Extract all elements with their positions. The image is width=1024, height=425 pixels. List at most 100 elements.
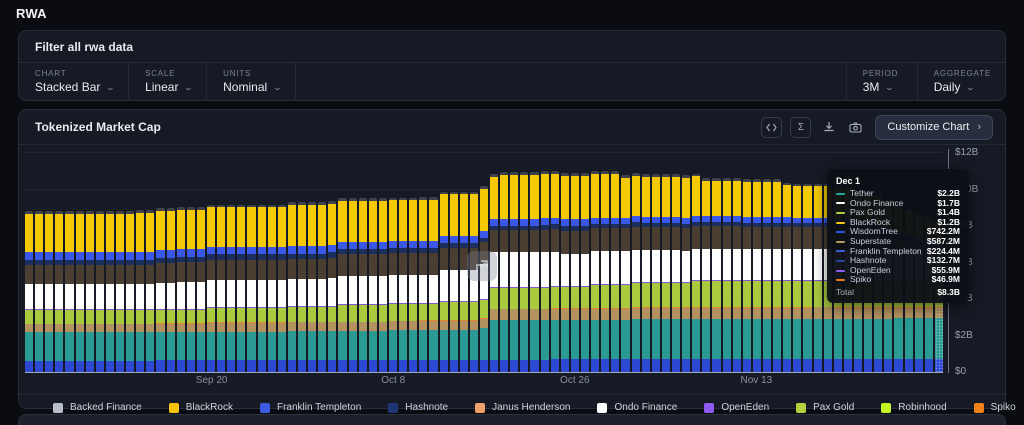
bar[interactable] [803,184,811,372]
bar[interactable] [621,175,629,372]
bar[interactable] [328,201,336,372]
bar[interactable] [753,179,761,372]
bar[interactable] [773,179,781,372]
bar[interactable] [389,198,397,372]
bar[interactable] [288,202,296,372]
bar[interactable] [379,198,387,372]
download-icon[interactable] [819,118,838,137]
bar[interactable] [702,178,710,372]
bar[interactable] [510,172,518,372]
bar[interactable] [429,197,437,372]
bar[interactable] [399,198,407,372]
bar[interactable] [308,202,316,372]
bar[interactable] [652,174,660,372]
legend-item[interactable]: Robinhood [881,402,946,413]
bar[interactable] [318,202,326,372]
bar[interactable] [207,205,215,372]
units-select[interactable]: UNITS Nominal⌄ [207,63,296,100]
bar[interactable] [611,171,619,372]
bar[interactable] [571,173,579,372]
bar[interactable] [106,211,114,372]
bar[interactable] [338,198,346,372]
bar[interactable] [25,211,33,372]
bar[interactable] [268,205,276,372]
bar-segment-paxgold [429,304,437,320]
bar[interactable] [35,211,43,372]
bar[interactable] [500,172,508,372]
period-select[interactable]: PERIOD 3M⌄ [846,63,917,100]
bar[interactable] [177,207,185,372]
bar[interactable] [561,173,569,372]
bar[interactable] [55,211,63,372]
legend-item[interactable]: Spiko [974,402,1016,413]
bar[interactable] [237,205,245,372]
bar[interactable] [460,192,468,372]
legend-item[interactable]: Pax Gold [796,402,854,413]
bar[interactable] [541,171,549,372]
customize-chart-button[interactable]: Customize Chart › [875,115,993,140]
bar[interactable] [763,179,771,372]
bar[interactable] [682,175,690,372]
bar[interactable] [126,211,134,372]
bar[interactable] [258,205,266,372]
bar[interactable] [743,179,751,372]
bar[interactable] [793,184,801,372]
bar-segment-tether [55,332,63,360]
bar[interactable] [712,178,720,372]
scale-select[interactable]: SCALE Linear⌄ [129,63,207,100]
bar[interactable] [96,211,104,372]
bar[interactable] [783,183,791,372]
embed-icon[interactable] [761,117,782,138]
legend-item[interactable]: BlackRock [169,402,233,413]
bar[interactable] [217,205,225,372]
bar[interactable] [672,174,680,372]
bar[interactable] [520,172,528,372]
bar[interactable] [349,198,357,372]
legend-item[interactable]: OpenEden [704,402,769,413]
legend-item[interactable]: Franklin Templeton [260,402,361,413]
bar[interactable] [116,211,124,372]
bar[interactable] [45,211,53,372]
bar[interactable] [86,211,94,372]
bar[interactable] [601,171,609,372]
bar[interactable] [581,173,589,372]
bar[interactable] [662,174,670,372]
bar[interactable] [369,198,377,372]
bar[interactable] [146,210,154,372]
bar[interactable] [409,198,417,372]
bar[interactable] [692,174,700,372]
bar[interactable] [632,173,640,372]
bar[interactable] [197,207,205,372]
bar[interactable] [723,178,731,372]
chart-type-select[interactable]: CHART Stacked Bar⌄ [19,63,129,100]
formula-icon[interactable]: Σ [790,117,811,138]
bar[interactable] [227,205,235,372]
aggregate-select[interactable]: AGGREGATE Daily⌄ [917,63,1005,100]
camera-icon[interactable] [846,118,865,137]
bar[interactable] [187,207,195,372]
bar[interactable] [65,211,73,372]
bar[interactable] [167,208,175,372]
bar[interactable] [470,192,478,372]
bar[interactable] [136,210,144,372]
bar[interactable] [551,171,559,372]
legend-item[interactable]: Backed Finance [53,402,142,413]
bar[interactable] [733,178,741,372]
legend-item[interactable]: Ondo Finance [597,402,677,413]
bar[interactable] [156,208,164,372]
bar[interactable] [530,172,538,372]
bar[interactable] [450,192,458,372]
bar[interactable] [278,205,286,372]
bar[interactable] [359,198,367,372]
legend-item[interactable]: Hashnote [388,402,448,413]
legend-item[interactable]: Janus Henderson [475,402,570,413]
bar[interactable] [642,174,650,372]
bar[interactable] [419,197,427,372]
bar[interactable] [814,184,822,372]
bar[interactable] [440,192,448,372]
bar[interactable] [298,202,306,372]
bar-segment-blackrock [187,210,195,249]
bar[interactable] [591,171,599,372]
bar[interactable] [76,211,84,372]
bar[interactable] [247,205,255,372]
